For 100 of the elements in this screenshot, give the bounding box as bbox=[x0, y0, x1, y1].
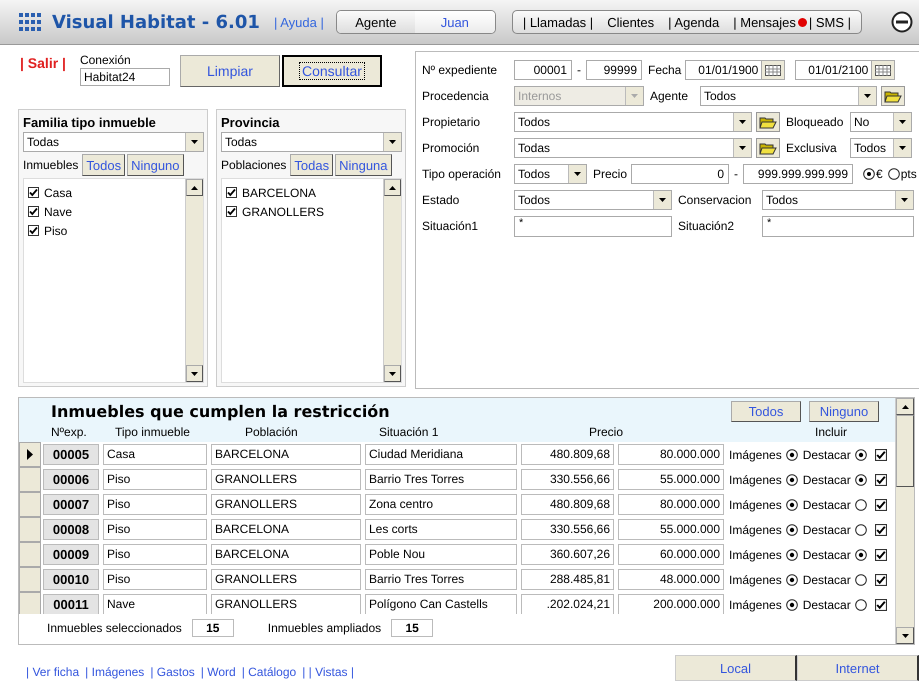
radio-button[interactable] bbox=[786, 448, 798, 460]
up-arrow-icon bbox=[389, 186, 396, 190]
option-label: Imágenes bbox=[729, 472, 782, 486]
input-field[interactable]: 99999 bbox=[586, 60, 642, 80]
exit-link[interactable]: | Salir | bbox=[20, 55, 66, 71]
dropdown[interactable]: Todos bbox=[700, 86, 877, 106]
checkbox[interactable] bbox=[874, 448, 887, 460]
nav-link[interactable]: | SMS | bbox=[808, 14, 852, 30]
scrollbar[interactable] bbox=[895, 398, 914, 644]
table-cell: Piso bbox=[103, 569, 207, 590]
radio-button[interactable] bbox=[786, 598, 798, 610]
field-label: Nº expediente bbox=[422, 63, 498, 77]
input-field[interactable]: 00001 bbox=[514, 60, 572, 80]
radio-button[interactable] bbox=[854, 548, 867, 560]
select-none-button[interactable]: Ninguna bbox=[335, 154, 392, 176]
checkbox[interactable] bbox=[226, 206, 237, 217]
radio-button[interactable] bbox=[863, 168, 876, 180]
radio-button[interactable] bbox=[786, 498, 798, 510]
radio-button[interactable] bbox=[786, 548, 798, 560]
row-indicator[interactable] bbox=[19, 442, 41, 467]
option-label: Destacar bbox=[802, 548, 851, 562]
radio-button[interactable] bbox=[786, 574, 798, 586]
scrollbar[interactable] bbox=[185, 179, 203, 382]
footer-link[interactable]: | Word bbox=[200, 665, 236, 679]
dropdown[interactable]: Todos bbox=[514, 112, 752, 132]
checkbox[interactable] bbox=[874, 524, 887, 536]
input-field[interactable]: * bbox=[762, 216, 914, 236]
select-none-button[interactable]: Ninguno bbox=[809, 401, 879, 422]
folder-icon[interactable] bbox=[881, 86, 905, 106]
input-field[interactable]: 999.999.999.999 bbox=[743, 164, 854, 184]
date-field[interactable]: 01/01/1900 bbox=[685, 60, 786, 80]
folder-icon[interactable] bbox=[756, 112, 780, 132]
radio-button[interactable] bbox=[854, 598, 867, 610]
list-item[interactable]: Nave bbox=[44, 204, 72, 218]
action-button[interactable]: Consultar bbox=[282, 55, 382, 87]
radio-button[interactable] bbox=[854, 448, 867, 460]
checkbox[interactable] bbox=[28, 206, 39, 217]
caret-icon bbox=[631, 94, 638, 98]
action-button[interactable]: Limpiar bbox=[180, 55, 280, 87]
agent-field[interactable]: Agente Juan bbox=[336, 10, 496, 34]
folder-icon[interactable] bbox=[756, 138, 780, 158]
checkbox[interactable] bbox=[874, 574, 887, 586]
dropdown[interactable]: Todos bbox=[850, 138, 912, 158]
field-label: Procedencia bbox=[422, 89, 490, 103]
help-link[interactable]: | Ayuda | bbox=[274, 14, 324, 30]
scrollbar[interactable] bbox=[383, 179, 401, 382]
checkbox[interactable] bbox=[28, 187, 39, 198]
dropdown[interactable]: Todos bbox=[514, 164, 587, 184]
radio-button[interactable] bbox=[786, 524, 798, 536]
dropdown[interactable]: No bbox=[850, 112, 912, 132]
radio-button[interactable] bbox=[888, 168, 900, 180]
list-item[interactable]: Piso bbox=[44, 224, 68, 238]
checkbox[interactable] bbox=[874, 598, 887, 610]
checkbox[interactable] bbox=[874, 548, 887, 560]
select-all-button[interactable]: Todos bbox=[82, 154, 126, 176]
footer-link[interactable]: | Imágenes bbox=[85, 665, 144, 679]
radio-button[interactable] bbox=[854, 498, 867, 510]
footer-link[interactable]: | Ver ficha bbox=[26, 665, 80, 679]
table-cell: Piso bbox=[103, 494, 207, 515]
checkbox[interactable] bbox=[874, 474, 887, 486]
nav-link[interactable]: | Llamadas | bbox=[522, 14, 594, 30]
mode-button[interactable]: Local bbox=[675, 655, 797, 681]
list-item[interactable]: GRANOLLERS bbox=[242, 204, 324, 218]
dropdown[interactable]: Todas bbox=[514, 138, 752, 158]
radio-button[interactable] bbox=[854, 524, 867, 536]
mode-button[interactable]: Internet bbox=[797, 655, 919, 681]
select-none-button[interactable]: Ninguno bbox=[127, 154, 184, 176]
footer-link[interactable]: | Gastos bbox=[150, 665, 195, 679]
input-field[interactable]: * bbox=[514, 216, 672, 236]
field-label: Propietario bbox=[422, 115, 482, 129]
footer-link[interactable]: | Catálogo bbox=[242, 665, 296, 679]
list-item[interactable]: BARCELONA bbox=[242, 186, 316, 200]
nav-link[interactable]: | Agenda bbox=[668, 14, 720, 30]
checkbox[interactable] bbox=[874, 498, 887, 510]
field-label: Conservacion bbox=[678, 193, 752, 207]
dropdown[interactable]: Todas bbox=[221, 132, 402, 152]
nav-link[interactable]: Clientes bbox=[607, 14, 654, 30]
option-label: Imágenes bbox=[729, 448, 782, 462]
up-arrow-icon bbox=[902, 404, 908, 408]
checkbox[interactable] bbox=[226, 187, 237, 198]
nav-link[interactable]: | Mensajes bbox=[733, 14, 796, 30]
dropdown[interactable]: Todas bbox=[23, 132, 204, 152]
field-label: Agente bbox=[650, 89, 690, 103]
dropdown[interactable]: Todos bbox=[514, 190, 672, 210]
radio-button[interactable] bbox=[854, 474, 867, 486]
minimize-icon[interactable] bbox=[891, 11, 913, 33]
list-item[interactable]: Casa bbox=[44, 186, 72, 200]
date-field[interactable]: 01/01/2100 bbox=[795, 60, 896, 80]
table-cell: 60.000.000 bbox=[618, 544, 724, 565]
footer-link[interactable]: | | Vistas | bbox=[302, 665, 354, 679]
table-cell: 00006 bbox=[43, 469, 99, 490]
checkbox[interactable] bbox=[28, 225, 39, 236]
caret-icon bbox=[864, 94, 871, 98]
radio-button[interactable] bbox=[786, 474, 798, 486]
dropdown[interactable]: Todos bbox=[762, 190, 914, 210]
select-all-button[interactable]: Todos bbox=[731, 401, 801, 422]
input-field[interactable]: 0 bbox=[631, 164, 730, 184]
field-label: Bloqueado bbox=[786, 115, 844, 129]
radio-button[interactable] bbox=[854, 574, 867, 586]
select-all-button[interactable]: Todas bbox=[290, 154, 334, 176]
